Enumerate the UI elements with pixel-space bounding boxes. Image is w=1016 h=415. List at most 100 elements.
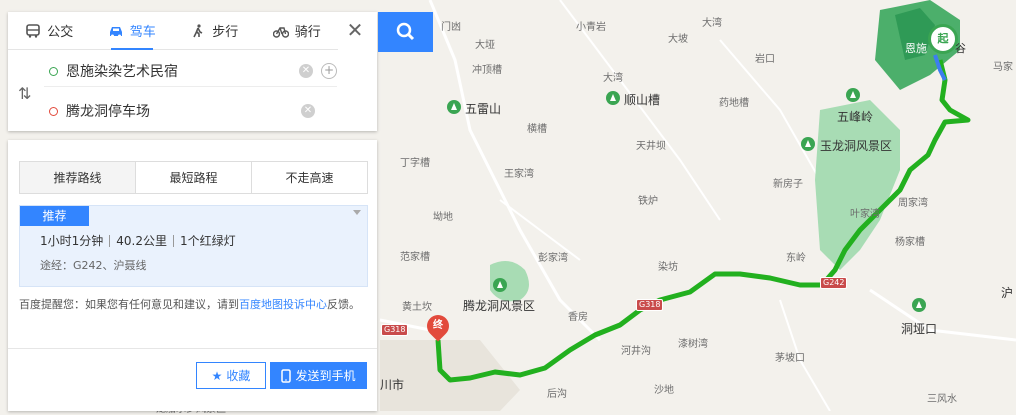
map-label: 杨家槽 [895,237,925,248]
end-marker-label: 终 [433,320,443,331]
map-label: 马家 [993,62,1013,73]
send-label: 发送到手机 [295,369,356,383]
map-label-poi[interactable]: 玉龙洞风景区 [820,137,892,154]
map-label: 沙地 [654,385,674,396]
map-label: 茅坡口 [775,353,805,364]
swap-icon[interactable]: ⇅ [18,84,31,103]
start-field[interactable]: 恩施染染艺术民宿 ✕ + [44,56,337,87]
map-label-city: 川市 [380,378,405,392]
start-dot-icon [49,66,58,76]
road-shield: G318 [381,324,409,336]
route-search-box: 公交 驾车 步行 骑行 ✕ ⇅ 恩施染染艺术民宿 ✕ + 腾龙洞停车场 ✕ [8,12,377,131]
route-panel: 推荐路线 最短路程 不走高速 推荐 1小时1分钟 40.2公里 1个红绿灯 途经… [8,140,377,411]
tab-bus[interactable]: 公交 [8,12,91,49]
tab-label: 骑行 [294,25,321,40]
map-label: 河井沟 [621,346,651,357]
tab-bike[interactable]: 骑行 [256,12,339,49]
map-label: 大坡 [668,34,688,45]
end-field[interactable]: 腾龙洞停车场 ✕ [44,96,337,126]
poi-icon[interactable] [801,137,815,151]
start-label-suffix: 谷 [955,42,966,55]
map-label: 门凼 [441,22,461,33]
end-dot-icon [49,106,58,116]
map-label: 新房子 [773,179,803,190]
map-label: 坳地 [433,212,453,223]
map-label: 药地槽 [719,98,749,109]
map-label: 王家湾 [504,169,534,180]
map-label-poi[interactable]: 顺山槽 [624,91,660,108]
map-label: 周家湾 [898,198,928,209]
map-label: 沪 [1001,286,1014,300]
close-icon[interactable]: ✕ [344,20,366,42]
map-label: 漆树湾 [678,339,708,350]
map-label-poi[interactable]: 洞垭口 [901,320,937,337]
map-label: 黄土坎 [402,302,432,313]
tab-shortest[interactable]: 最短路程 [136,162,252,193]
clear-icon[interactable]: ✕ [301,104,315,118]
route-lights: 1个红绿灯 [173,235,242,247]
tab-label: 驾车 [129,25,156,40]
poi-icon[interactable] [606,91,620,105]
map-label: 彭家湾 [538,253,568,264]
end-marker[interactable]: 终 [422,310,454,342]
route-via: 途经：G242、沪聂线 [40,259,147,272]
route-duration: 1小时1分钟 [40,234,104,248]
road-shield: G318 [636,299,664,311]
map-label: 横槽 [527,124,547,135]
road-shield: G242 [820,277,848,289]
favorite-label: 收藏 [226,369,251,383]
map-label: 香房 [568,312,588,323]
tab-label: 公交 [47,25,74,40]
tab-no-highway[interactable]: 不走高速 [252,162,367,193]
route-stats: 1小时1分钟 40.2公里 1个红绿灯 [40,235,242,247]
map-label: 大湾 [702,18,722,29]
send-to-phone-button[interactable]: 发送到手机 [270,362,367,389]
map-label: 叶家湾 [850,209,880,220]
map-label-poi[interactable]: 五峰岭 [837,108,873,125]
tab-car[interactable]: 驾车 [91,12,174,50]
map-label: 染坊 [658,262,678,273]
map-label: 东岭 [786,253,806,264]
start-marker[interactable]: 起 [928,24,958,54]
map-label: 丁字槽 [400,158,430,169]
phone-icon [281,368,292,383]
map-label: 后沟 [547,389,567,400]
star-icon: ★ [211,368,223,383]
favorite-button[interactable]: ★ 收藏 [196,362,266,389]
poi-icon[interactable] [912,298,926,312]
walk-icon [193,23,203,37]
map-label-poi[interactable]: 五雷山 [465,100,501,117]
map-label: 三风水 [927,394,957,405]
route-badge: 推荐 [20,206,89,226]
start-label: 恩施 [905,42,927,55]
map-label-poi[interactable]: 腾龙洞风景区 [463,297,535,314]
tab-recommended[interactable]: 推荐路线 [20,162,136,193]
bike-icon [272,26,289,38]
tab-label: 步行 [212,25,239,40]
search-button[interactable] [378,12,433,52]
poi-icon[interactable] [447,100,461,114]
travel-mode-tabs: 公交 驾车 步行 骑行 [8,12,338,50]
map-label: 冲顶槽 [472,65,502,76]
route-card[interactable]: 推荐 1小时1分钟 40.2公里 1个红绿灯 途经：G242、沪聂线 [19,205,368,287]
map-label: 岩口 [755,54,775,65]
search-icon [396,22,415,41]
map-label: 大垭 [475,40,495,51]
clear-icon[interactable]: ✕ [299,64,313,78]
add-waypoint-icon[interactable]: + [321,63,337,79]
chevron-down-icon[interactable] [353,210,361,215]
start-input[interactable]: 恩施染染艺术民宿 [66,61,299,81]
map-label: 铁炉 [638,196,658,207]
map-label: 大湾 [603,73,623,84]
car-icon [109,26,122,37]
complaint-center-link[interactable]: 百度地图投诉中心 [239,298,327,311]
tab-walk[interactable]: 步行 [173,12,256,49]
divider [8,348,377,349]
tip-prefix: 百度提醒您：如果您有任何意见和建议，请到 [19,298,239,311]
feedback-tip: 百度提醒您：如果您有任何意见和建议，请到百度地图投诉中心反馈。 [19,295,369,315]
end-input[interactable]: 腾龙洞停车场 [66,101,301,121]
poi-icon[interactable] [493,278,507,292]
map-label: 小青岩 [576,22,606,33]
tip-suffix: 反馈。 [327,298,360,311]
poi-icon[interactable] [846,88,860,102]
